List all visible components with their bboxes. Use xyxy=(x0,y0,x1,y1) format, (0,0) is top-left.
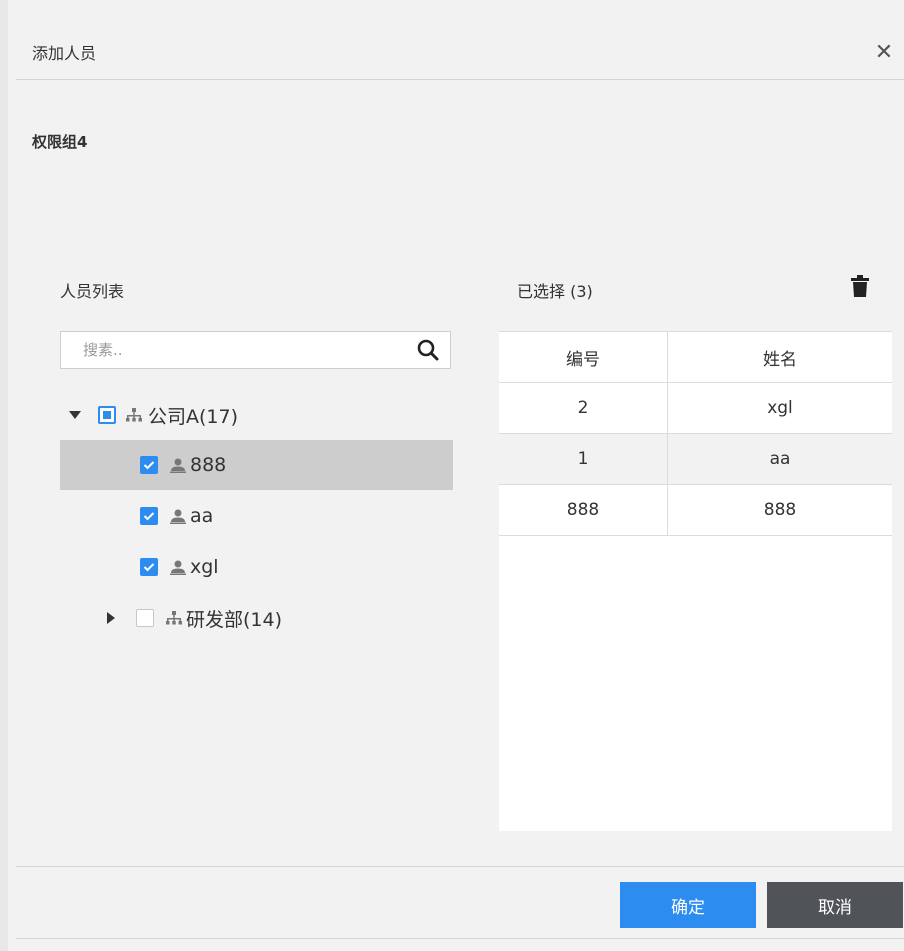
search-input[interactable] xyxy=(61,332,401,368)
column-header-id: 编号 xyxy=(499,332,668,382)
org-tree-icon xyxy=(126,408,142,422)
caret-down-icon[interactable] xyxy=(68,408,82,422)
table-row[interactable]: 888 888 xyxy=(499,485,892,536)
checkbox-unchecked[interactable] xyxy=(136,609,154,627)
confirm-button[interactable]: 确定 xyxy=(620,882,756,928)
person-list-heading: 人员列表 xyxy=(60,282,125,301)
permission-group-name: 权限组4 xyxy=(32,133,88,151)
caret-right-icon[interactable] xyxy=(104,611,118,625)
add-person-dialog: 添加人员 ✕ 权限组4 人员列表 搜素.. 公司A(17) 888 aa xgl… xyxy=(0,0,904,951)
cell-id: 2 xyxy=(499,383,668,433)
tree-node-person-xgl[interactable]: xgl xyxy=(60,542,453,592)
tree-node-label: xgl xyxy=(190,556,219,578)
tree-node-label: aa xyxy=(190,505,214,527)
tree-node-rd-dept[interactable]: 研发部(14) xyxy=(60,593,453,643)
table-row[interactable]: 2 xgl xyxy=(499,383,892,434)
table-header: 编号 姓名 xyxy=(499,331,892,383)
selected-table: 编号 姓名 2 xgl 1 aa 888 888 xyxy=(499,331,892,831)
tree-node-person-aa[interactable]: aa xyxy=(60,491,453,541)
cell-id: 1 xyxy=(499,434,668,484)
tree-node-label: 公司A(17) xyxy=(148,405,238,428)
person-icon xyxy=(170,560,186,575)
close-icon[interactable]: ✕ xyxy=(872,42,896,66)
checkbox-checked[interactable] xyxy=(140,558,158,576)
tree-node-label: 888 xyxy=(190,454,227,476)
search-box xyxy=(60,331,451,369)
org-tree-icon xyxy=(166,611,182,625)
cell-name: xgl xyxy=(767,398,793,418)
checkbox-partial[interactable] xyxy=(98,406,116,424)
column-header-name: 姓名 xyxy=(763,349,797,370)
person-icon xyxy=(170,458,186,473)
trash-icon[interactable] xyxy=(850,274,870,298)
cell-id: 888 xyxy=(499,485,668,535)
checkbox-checked[interactable] xyxy=(140,456,158,474)
cancel-button[interactable]: 取消 xyxy=(767,882,903,928)
cell-name: 888 xyxy=(763,500,797,520)
dialog-title: 添加人员 xyxy=(32,44,97,63)
tree-node-company-a[interactable]: 公司A(17) xyxy=(60,390,453,440)
search-icon[interactable] xyxy=(416,338,440,362)
table-row[interactable]: 1 aa xyxy=(499,434,892,485)
person-icon xyxy=(170,509,186,524)
selected-heading: 已选择 (3) xyxy=(517,282,593,301)
tree-node-label: 研发部(14) xyxy=(186,608,283,631)
dialog-titlebar: 添加人员 ✕ xyxy=(16,12,904,80)
checkbox-checked[interactable] xyxy=(140,507,158,525)
cell-name: aa xyxy=(769,449,791,469)
tree-node-person-888[interactable]: 888 xyxy=(60,440,453,490)
